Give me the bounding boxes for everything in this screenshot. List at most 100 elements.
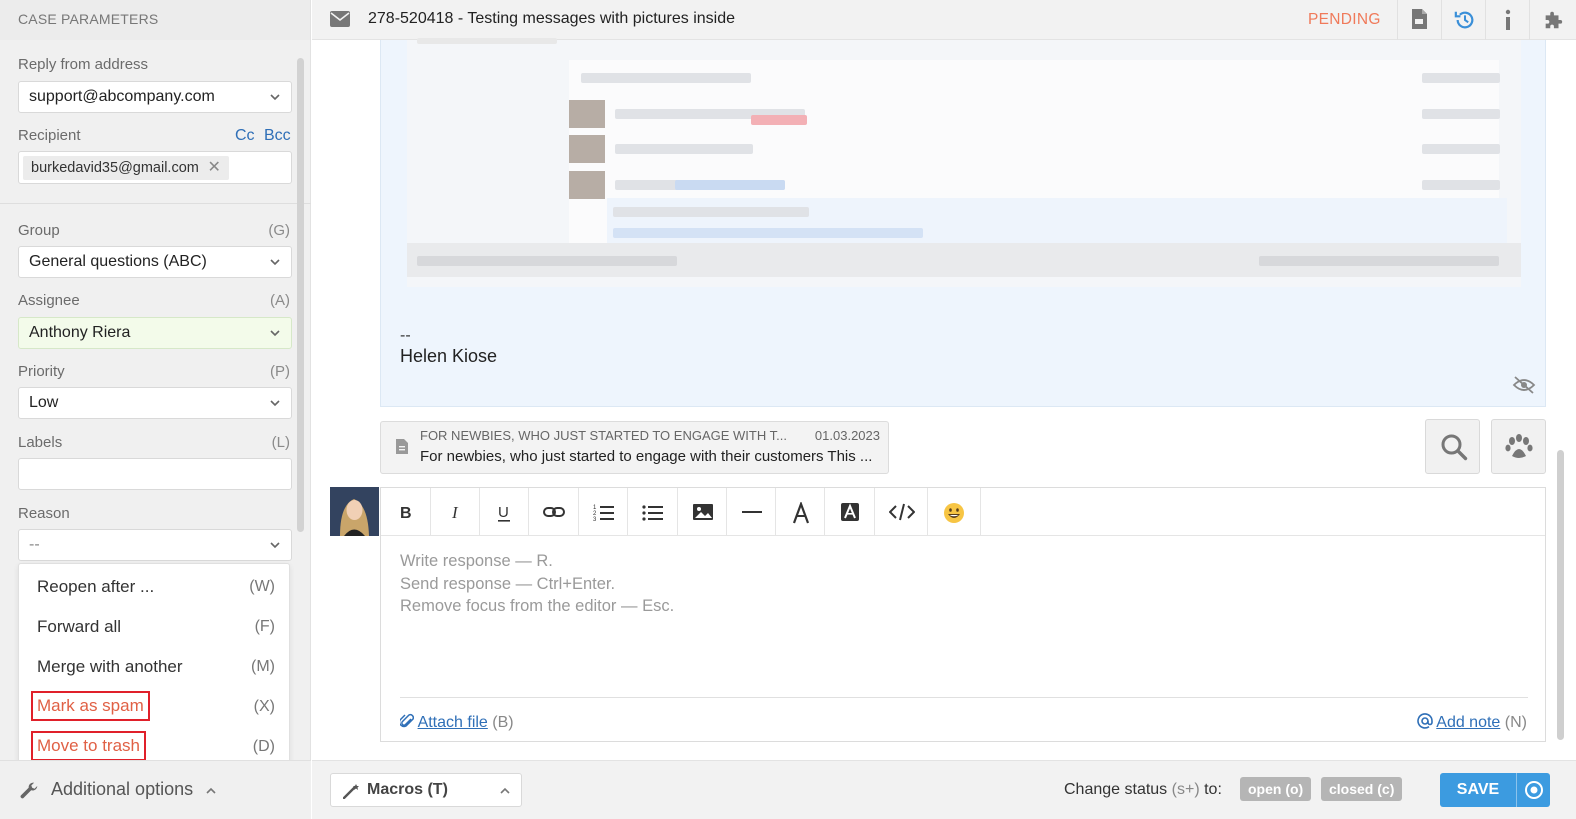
status-closed-button[interactable]: closed (c) xyxy=(1321,777,1403,801)
template-title: FOR NEWBIES, WHO JUST STARTED TO ENGAGE … xyxy=(420,428,787,443)
search-templates-button[interactable] xyxy=(1425,419,1480,474)
priority-hotkey: (P) xyxy=(270,363,290,380)
insert-image-button[interactable] xyxy=(678,488,727,536)
group-select[interactable]: General questions (ABC) xyxy=(18,246,292,278)
underline-icon: U xyxy=(498,504,510,522)
close-icon[interactable]: ✕ xyxy=(207,156,220,180)
recipient-input[interactable]: burkedavid35@gmail.com ✕ xyxy=(18,151,292,184)
code-button[interactable] xyxy=(875,488,928,536)
assignee-select[interactable]: Anthony Riera xyxy=(18,317,292,349)
cc-link[interactable]: Cc xyxy=(235,127,255,145)
additional-options-label: Additional options xyxy=(51,779,194,799)
menu-item-hotkey: (X) xyxy=(253,698,275,715)
chevron-down-icon xyxy=(270,94,280,101)
template-preview: For newbies, who just started to engage … xyxy=(420,448,873,465)
priority-value: Low xyxy=(29,394,59,411)
bold-button[interactable]: B xyxy=(381,488,431,536)
assignee-value: Anthony Riera xyxy=(29,324,131,341)
horizontal-rule-button[interactable] xyxy=(727,488,776,536)
group-value: General questions (ABC) xyxy=(29,253,207,270)
text-color-icon xyxy=(792,502,810,524)
menu-item-merge[interactable]: Merge with another (M) xyxy=(19,650,291,684)
menu-item-hotkey: (W) xyxy=(249,578,275,595)
labels-input[interactable] xyxy=(18,458,292,490)
ordered-list-button[interactable]: 123 xyxy=(579,488,628,536)
emoji-icon xyxy=(944,503,964,523)
bcc-link[interactable]: Bcc xyxy=(264,127,291,145)
history-button[interactable] xyxy=(1441,0,1485,40)
template-suggestion[interactable]: FOR NEWBIES, WHO JUST STARTED TO ENGAGE … xyxy=(380,421,889,474)
document-icon xyxy=(396,439,408,454)
template-date: 01.03.2023 xyxy=(814,428,880,443)
placeholder-line: Write response — R. xyxy=(400,552,553,570)
scrollbar-thumb[interactable] xyxy=(1557,450,1564,740)
blurred-screenshot-image xyxy=(407,38,1521,287)
placeholder-line: Send response — Ctrl+Enter. xyxy=(400,574,616,593)
assignee-label: Assignee xyxy=(18,292,80,309)
paw-button[interactable] xyxy=(1491,419,1546,474)
main-scrollbar[interactable] xyxy=(1557,50,1564,740)
bottom-action-bar: Macros (T) Change status (s+) to: open (… xyxy=(312,760,1576,819)
recipient-chip-label: burkedavid35@gmail.com xyxy=(31,160,199,176)
save-options-icon[interactable] xyxy=(1524,780,1544,800)
italic-button[interactable]: I xyxy=(431,488,480,536)
reason-label: Reason xyxy=(18,505,70,522)
sidebar-scrollbar[interactable] xyxy=(297,58,304,532)
recipient-label: Recipient xyxy=(18,127,81,144)
text-background-icon xyxy=(841,503,859,521)
avatar-image xyxy=(330,487,379,536)
signature-dash: -- xyxy=(400,327,411,344)
priority-select[interactable]: Low xyxy=(18,387,292,419)
group-hotkey: (G) xyxy=(268,222,290,239)
reply-from-select[interactable]: support@abcompany.com xyxy=(18,81,292,113)
additional-options-toggle[interactable]: Additional options xyxy=(0,760,311,819)
response-editor: B I U 123 Write response — R. Send respo… xyxy=(380,487,1546,742)
add-note-link[interactable]: Add note xyxy=(1436,714,1500,731)
reason-value: -- xyxy=(29,536,40,553)
editor-placeholder[interactable]: Write response — R. Send response — Ctrl… xyxy=(400,550,674,618)
chevron-up-icon xyxy=(500,787,510,794)
case-parameters-sidebar: CASE PARAMETERS Reply from address suppo… xyxy=(0,0,311,819)
paw-icon xyxy=(1505,434,1533,458)
add-note-hotkey: (N) xyxy=(1504,714,1527,731)
info-button[interactable] xyxy=(1485,0,1529,40)
status-open-button[interactable]: open (o) xyxy=(1240,777,1312,801)
underline-button[interactable]: U xyxy=(480,488,529,536)
magic-wand-icon xyxy=(343,784,359,799)
group-label: Group xyxy=(18,222,60,239)
text-color-button[interactable] xyxy=(776,488,825,536)
bullet-list-button[interactable] xyxy=(628,488,678,536)
code-icon xyxy=(889,503,915,521)
link-button[interactable] xyxy=(529,488,579,536)
history-icon xyxy=(1454,11,1474,29)
change-status-text: Change status xyxy=(1064,781,1168,798)
save-separator xyxy=(1516,773,1517,807)
sidebar-header: CASE PARAMETERS xyxy=(0,0,310,40)
attach-file-hotkey: (B) xyxy=(492,714,514,731)
svg-text:U: U xyxy=(498,504,509,521)
placeholder-line: Remove focus from the editor — Esc. xyxy=(400,597,675,615)
emoji-button[interactable] xyxy=(928,488,981,536)
text-background-button[interactable] xyxy=(825,488,875,536)
case-status-badge: PENDING xyxy=(1308,11,1381,28)
menu-item-reopen-after[interactable]: Reopen after ... (W) xyxy=(19,570,291,604)
bullet-list-icon xyxy=(642,505,663,521)
menu-item-forward-all[interactable]: Forward all (F) xyxy=(19,610,291,644)
plugins-button[interactable] xyxy=(1529,0,1573,40)
menu-item-move-to-trash[interactable]: Move to trash (D) xyxy=(19,730,291,764)
chevron-down-icon xyxy=(270,542,280,549)
reason-select[interactable]: -- xyxy=(18,529,292,561)
image-icon xyxy=(693,504,713,520)
menu-item-mark-as-spam[interactable]: Mark as spam (X) xyxy=(19,690,291,724)
editor-toolbar: B I U 123 xyxy=(381,488,1545,536)
signature-name: Helen Kiose xyxy=(400,346,498,366)
eye-slash-icon[interactable] xyxy=(1512,375,1536,395)
change-status-label: Change status (s+) to: xyxy=(1064,781,1222,799)
pdf-button[interactable] xyxy=(1397,0,1441,40)
attach-file-link[interactable]: Attach file xyxy=(418,714,488,731)
svg-text:I: I xyxy=(451,503,459,522)
save-button[interactable]: SAVE xyxy=(1440,773,1550,807)
change-status-to: to: xyxy=(1204,781,1222,798)
bold-icon: B xyxy=(400,505,412,522)
macros-dropdown[interactable]: Macros (T) xyxy=(330,773,522,807)
